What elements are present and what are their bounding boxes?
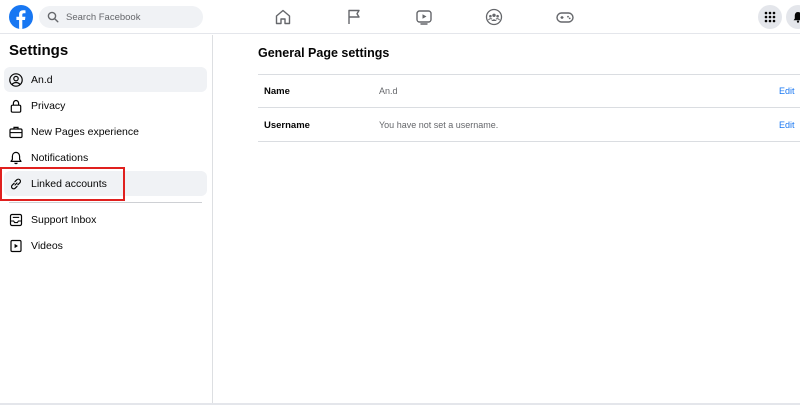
lock-icon	[9, 99, 23, 113]
home-icon[interactable]	[273, 7, 293, 27]
profile-icon	[9, 72, 23, 87]
flag-icon[interactable]	[344, 7, 364, 27]
briefcase-icon	[9, 125, 23, 139]
search-bar[interactable]	[39, 6, 203, 28]
sidebar-item-label: New Pages experience	[31, 125, 139, 138]
settings-sidebar: Settings An.d Privacy New Pages experien…	[0, 35, 213, 405]
top-navigation-bar	[0, 0, 800, 34]
search-icon	[47, 11, 59, 23]
facebook-logo-icon[interactable]	[9, 5, 33, 29]
sidebar-item-privacy[interactable]: Privacy	[4, 93, 207, 118]
bell-icon[interactable]	[786, 5, 800, 29]
sidebar-item-label: Privacy	[31, 99, 66, 112]
row-label: Name	[264, 86, 290, 97]
sidebar-divider	[9, 202, 202, 203]
gaming-icon[interactable]	[555, 7, 575, 27]
sidebar-item-label: An.d	[31, 73, 53, 86]
groups-icon[interactable]	[484, 7, 504, 27]
search-input[interactable]	[66, 11, 196, 23]
sidebar-item-label: Notifications	[31, 151, 89, 164]
bell-icon	[9, 151, 23, 165]
page-title: General Page settings	[258, 46, 390, 60]
row-value: An.d	[379, 86, 398, 96]
sidebar-item-label: Videos	[31, 239, 63, 252]
edit-name-link[interactable]: Edit	[779, 86, 795, 96]
edit-username-link[interactable]: Edit	[779, 120, 795, 130]
sidebar-item-new-pages-experience[interactable]: New Pages experience	[4, 119, 207, 144]
menu-grid-icon[interactable]	[758, 5, 782, 29]
video-icon	[9, 239, 23, 253]
sidebar-item-label: Support Inbox	[31, 213, 97, 226]
row-value: You have not set a username.	[379, 120, 499, 130]
settings-row-name: Name An.d Edit	[258, 74, 800, 108]
inbox-icon	[9, 213, 23, 227]
sidebar-item-videos[interactable]: Videos	[4, 233, 207, 258]
annotation-highlight-box	[0, 167, 125, 201]
sidebar-item-page-profile[interactable]: An.d	[4, 67, 207, 92]
sidebar-item-support-inbox[interactable]: Support Inbox	[4, 207, 207, 232]
watch-icon[interactable]	[414, 7, 434, 27]
row-label: Username	[264, 120, 310, 131]
settings-row-username: Username You have not set a username. Ed…	[258, 108, 800, 142]
sidebar-title: Settings	[9, 42, 69, 59]
